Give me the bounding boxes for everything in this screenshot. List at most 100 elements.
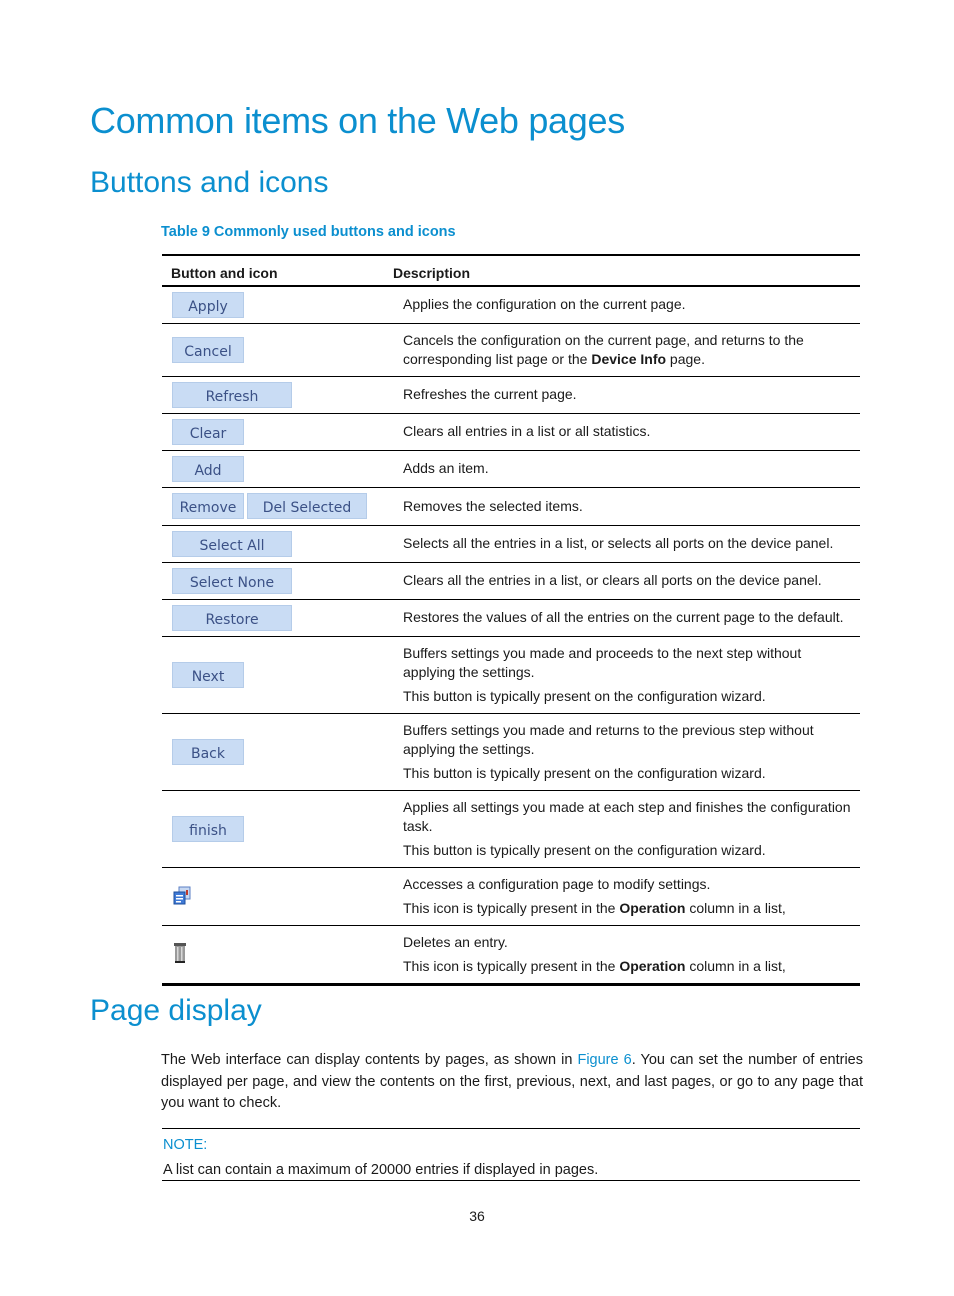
description-text-part: This icon is typically present in the xyxy=(403,957,620,974)
description-text-part: column in a list, xyxy=(685,957,786,974)
page-display-paragraph: The Web interface can display contents b… xyxy=(161,1050,863,1115)
description-text-part: Buffers settings you made and returns to… xyxy=(403,721,814,757)
button-icon-cell: Remove Del Selected xyxy=(162,487,394,526)
button-icon-cell: Select All xyxy=(162,525,394,563)
table-row: Add Adds an item. xyxy=(162,450,860,488)
description-cell: Applies the configuration on the current… xyxy=(394,286,860,324)
description-text-part: Selects all the entries in a list, or se… xyxy=(403,535,834,551)
trash-icon[interactable] xyxy=(172,942,188,967)
figure-6-link[interactable]: Figure 6 xyxy=(577,1052,631,1068)
description-cell: Deletes an entry. This icon is typically … xyxy=(394,925,860,984)
table-row: Next Buffers settings you made and procee… xyxy=(162,636,860,714)
description-text: This button is typically present on the … xyxy=(403,841,852,860)
table-row: Restore Restores the values of all the en… xyxy=(162,599,860,637)
description-text-part: Restores the values of all the entries o… xyxy=(403,609,844,625)
section-heading-page-display: Page display xyxy=(90,994,262,1027)
button-icon-cell: Apply xyxy=(162,286,394,324)
description-cell: Clears all the entries in a list, or cle… xyxy=(394,562,860,600)
remove-button[interactable]: Remove xyxy=(172,493,244,519)
description-text-part: Removes the selected items. xyxy=(403,497,583,514)
description-cell: Accesses a configuration page to modify … xyxy=(394,867,860,926)
add-button[interactable]: Add xyxy=(172,455,244,482)
description-cell: Adds an item. xyxy=(394,450,860,488)
description-text: This icon is typically present in the Op… xyxy=(403,899,852,918)
table-body: Apply Applies the configuration on the cu… xyxy=(162,286,860,984)
del-selected-button[interactable]: Del Selected xyxy=(247,493,367,519)
finish-button[interactable]: finish xyxy=(172,815,244,842)
table-caption: Table 9 Commonly used buttons and icons xyxy=(161,224,456,240)
page-title: Common items on the Web pages xyxy=(90,100,625,141)
button-icon-cell: Select None xyxy=(162,562,394,600)
description-text: Deletes an entry. xyxy=(403,933,852,952)
next-button[interactable]: Next xyxy=(172,661,244,688)
description-text-part: Clears all entries in a list or all stat… xyxy=(403,423,651,439)
description-cell: Cancels the configuration on the current… xyxy=(394,323,860,377)
note-label: NOTE: xyxy=(163,1137,208,1153)
table-row: Cancel Cancels the configuration on the c… xyxy=(162,323,860,377)
description-text: Applies all settings you made at each st… xyxy=(403,798,852,836)
table-row: Deletes an entry. This icon is typically … xyxy=(162,925,860,984)
table-row: Refresh Refreshes the current page. xyxy=(162,376,860,414)
description-cell: Refreshes the current page. xyxy=(394,376,860,414)
description-text: This icon is typically present in the Op… xyxy=(403,957,852,976)
section-heading-buttons-and-icons: Buttons and icons xyxy=(90,166,329,199)
description-cell: Buffers settings you made and returns to… xyxy=(394,713,860,791)
button-icon-cell xyxy=(162,925,394,984)
description-cell: Clears all entries in a list or all stat… xyxy=(394,413,860,451)
description-text: Applies the configuration on the current… xyxy=(403,295,852,314)
button-icon-cell: Refresh xyxy=(162,376,394,414)
restore-button[interactable]: Restore xyxy=(172,604,292,631)
table-row: Clear Clears all entries in a list or all… xyxy=(162,413,860,451)
select-none-button[interactable]: Select None xyxy=(172,567,292,594)
description-text: Removes the selected items. xyxy=(403,497,852,516)
button-icon-cell: Next xyxy=(162,636,394,714)
description-text: Selects all the entries in a list, or se… xyxy=(403,534,852,553)
header-button-and-icon: Button and icon xyxy=(171,265,278,281)
description-text-part: column in a list, xyxy=(685,899,786,916)
description-text-part: page. xyxy=(666,350,705,367)
refresh-button[interactable]: Refresh xyxy=(172,381,292,408)
description-text: Accesses a configuration page to modify … xyxy=(403,875,852,894)
description-text-part: Buffers settings you made and proceeds t… xyxy=(403,644,802,680)
description-text: Adds an item. xyxy=(403,459,852,478)
button-icon-cell: Restore xyxy=(162,599,394,637)
description-text-part: This icon is typically present in the xyxy=(403,899,620,916)
description-cell: Buffers settings you made and proceeds t… xyxy=(394,636,860,714)
description-text: Buffers settings you made and returns to… xyxy=(403,721,852,759)
note-text: A list can contain a maximum of 20000 en… xyxy=(163,1162,599,1178)
clear-button[interactable]: Clear xyxy=(172,418,244,445)
description-cell: Restores the values of all the entries o… xyxy=(394,599,860,637)
table-row: Remove Del Selected Removes the selected i… xyxy=(162,487,860,526)
back-button[interactable]: Back xyxy=(172,738,244,765)
select-all-button[interactable]: Select All xyxy=(172,530,292,557)
edit-config-icon[interactable] xyxy=(172,885,192,908)
table-header-row: Button and icon Description xyxy=(162,255,860,287)
description-text: This button is typically present on the … xyxy=(403,687,852,706)
button-icon-cell: Add xyxy=(162,450,394,488)
table-row: Select All Selects all the entries in a l… xyxy=(162,525,860,563)
button-icon-cell: Clear xyxy=(162,413,394,451)
cancel-button[interactable]: Cancel xyxy=(172,336,244,363)
button-icon-cell: finish xyxy=(162,790,394,868)
description-text-part: Applies the configuration on the current… xyxy=(403,296,686,313)
button-icon-cell: Cancel xyxy=(162,323,394,377)
ui-term: Operation xyxy=(619,899,686,916)
description-text-part: Adds an item. xyxy=(403,460,489,476)
table-row: Apply Applies the configuration on the cu… xyxy=(162,286,860,324)
ui-term: Device Info xyxy=(591,350,667,367)
table-row: Accesses a configuration page to modify … xyxy=(162,867,860,926)
table-header: Button and icon Description xyxy=(162,255,860,287)
table-row: Select None Clears all the entries in a l… xyxy=(162,562,860,600)
description-text: Clears all entries in a list or all stat… xyxy=(403,422,852,441)
paragraph-text: The Web interface can display contents b… xyxy=(161,1052,578,1068)
table-row: Back Buffers settings you made and return… xyxy=(162,713,860,791)
description-text-part: This button is typically present on the … xyxy=(403,841,766,858)
button-icon-cell: Back xyxy=(162,713,394,791)
description-text-part: Refreshes the current page. xyxy=(403,386,577,402)
description-text-part: Clears all the entries in a list, or cle… xyxy=(403,572,822,588)
description-cell: Applies all settings you made at each st… xyxy=(394,790,860,868)
ui-term: Operation xyxy=(619,957,686,974)
description-text: Refreshes the current page. xyxy=(403,385,852,404)
description-text: Buffers settings you made and proceeds t… xyxy=(403,644,852,682)
apply-button[interactable]: Apply xyxy=(172,291,244,318)
